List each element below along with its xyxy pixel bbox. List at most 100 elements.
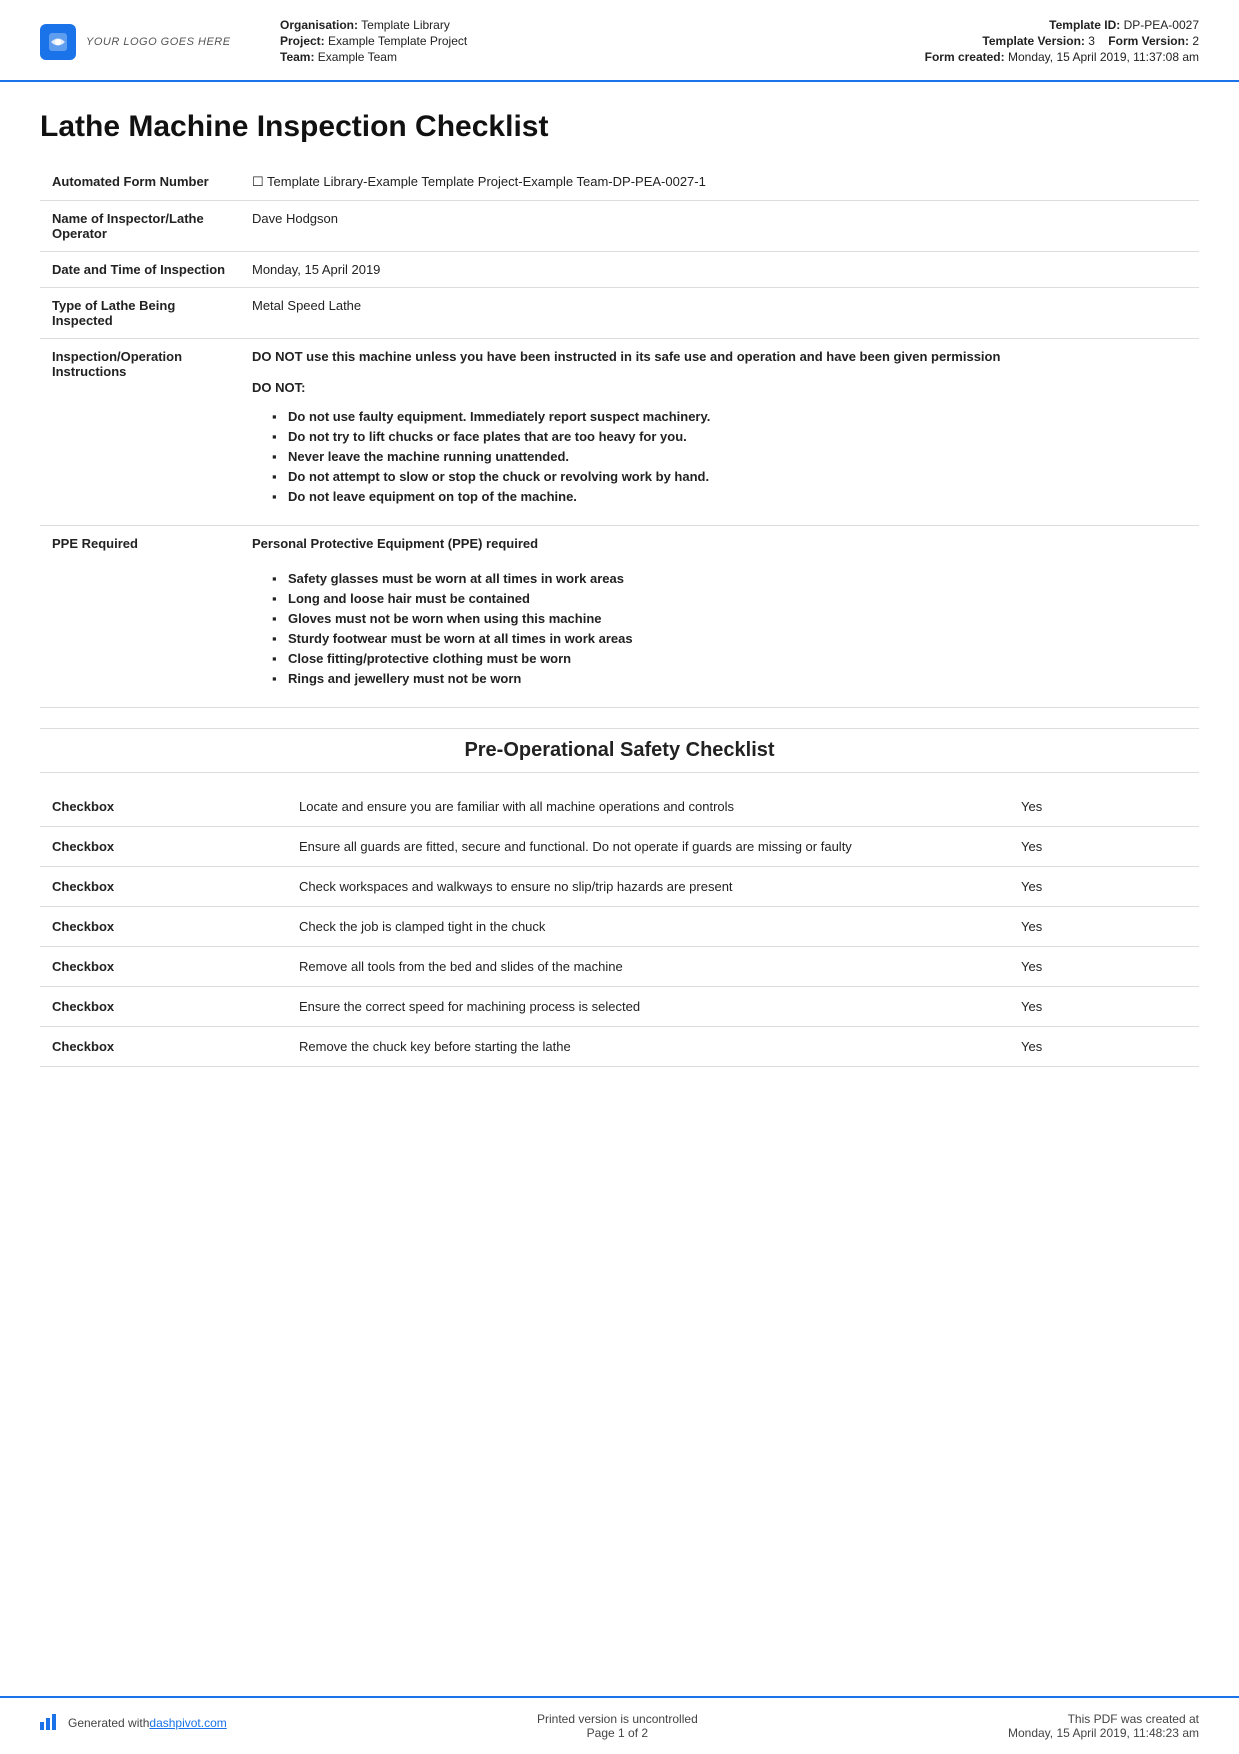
footer-uncontrolled: Printed version is uncontrolled <box>537 1712 698 1726</box>
header-team-row: Team: Example Team <box>280 50 919 64</box>
ppe-bullets: Safety glasses must be worn at all times… <box>252 561 1187 697</box>
footer-right: This PDF was created at Monday, 15 April… <box>1008 1712 1199 1740</box>
list-item: Long and loose hair must be contained <box>272 591 1187 606</box>
checklist-col3: Yes <box>1009 827 1199 867</box>
checklist-col1: Checkbox <box>40 867 287 907</box>
field-label: Name of Inspector/Lathe Operator <box>40 201 240 252</box>
header: YOUR LOGO GOES HERE Organisation: Templa… <box>0 0 1239 82</box>
checklist-col1: Checkbox <box>40 987 287 1027</box>
table-row: Checkbox Locate and ensure you are famil… <box>40 787 1199 827</box>
logo-icon <box>40 24 76 60</box>
table-row: Checkbox Ensure the correct speed for ma… <box>40 987 1199 1027</box>
checklist-col1: Checkbox <box>40 827 287 867</box>
footer-left: Generated with dashpivot.com <box>40 1712 227 1733</box>
list-item: Close fitting/protective clothing must b… <box>272 651 1187 666</box>
version-row: Template Version: 3 Form Version: 2 <box>919 34 1199 48</box>
field-label: Inspection/Operation Instructions <box>40 339 240 526</box>
footer-link[interactable]: dashpivot.com <box>149 1716 226 1730</box>
table-row: Checkbox Remove all tools from the bed a… <box>40 947 1199 987</box>
team-label: Team: <box>280 50 314 64</box>
team-value: Example Team <box>318 50 397 64</box>
checklist-col3: Yes <box>1009 947 1199 987</box>
do-not-label: DO NOT: <box>252 380 1187 395</box>
checklist-col3: Yes <box>1009 1027 1199 1067</box>
document-title: Lathe Machine Inspection Checklist <box>40 110 1199 144</box>
table-row: Checkbox Remove the chuck key before sta… <box>40 1027 1199 1067</box>
checklist-col1: Checkbox <box>40 947 287 987</box>
logo-area: YOUR LOGO GOES HERE <box>40 24 240 60</box>
form-version-value: 2 <box>1192 34 1199 48</box>
checklist-col1: Checkbox <box>40 907 287 947</box>
list-item: Sturdy footwear must be worn at all time… <box>272 631 1187 646</box>
list-item: Do not attempt to slow or stop the chuck… <box>272 469 1187 484</box>
checklist-col1: Checkbox <box>40 787 287 827</box>
footer-page: Page 1 of 2 <box>537 1726 698 1740</box>
list-item: Do not use faulty equipment. Immediately… <box>272 409 1187 424</box>
header-org-row: Organisation: Template Library <box>280 18 919 32</box>
form-version-label: Form Version: <box>1108 34 1189 48</box>
list-item: Gloves must not be worn when using this … <box>272 611 1187 626</box>
ppe-main: Personal Protective Equipment (PPE) requ… <box>252 536 1187 551</box>
field-value: Dave Hodgson <box>240 201 1199 252</box>
table-row: Checkbox Check the job is clamped tight … <box>40 907 1199 947</box>
template-id-value: DP-PEA-0027 <box>1124 18 1199 32</box>
checklist-col2: Ensure all guards are fitted, secure and… <box>287 827 1009 867</box>
checklist-col3: Yes <box>1009 867 1199 907</box>
form-created-row: Form created: Monday, 15 April 2019, 11:… <box>919 50 1199 64</box>
table-row: Type of Lathe Being Inspected Metal Spee… <box>40 288 1199 339</box>
page: YOUR LOGO GOES HERE Organisation: Templa… <box>0 0 1239 1754</box>
table-row: Automated Form Number ☐ Template Library… <box>40 164 1199 201</box>
checklist-col2: Ensure the correct speed for machining p… <box>287 987 1009 1027</box>
logo-text: YOUR LOGO GOES HERE <box>86 36 231 48</box>
field-label: Type of Lathe Being Inspected <box>40 288 240 339</box>
project-value: Example Template Project <box>328 34 467 48</box>
logo-svg <box>47 31 69 53</box>
list-item: Safety glasses must be worn at all times… <box>272 571 1187 586</box>
table-row: Name of Inspector/Lathe Operator Dave Ho… <box>40 201 1199 252</box>
field-value: DO NOT use this machine unless you have … <box>240 339 1199 526</box>
field-label: Date and Time of Inspection <box>40 252 240 288</box>
form-created-label: Form created: <box>925 50 1005 64</box>
bar-chart-icon <box>40 1712 60 1733</box>
footer-generated-text: Generated with <box>68 1716 149 1730</box>
list-item: Never leave the machine running unattend… <box>272 449 1187 464</box>
table-row: PPE Required Personal Protective Equipme… <box>40 526 1199 708</box>
footer-center: Printed version is uncontrolled Page 1 o… <box>537 1712 698 1740</box>
template-version-value: 3 <box>1088 34 1095 48</box>
footer: Generated with dashpivot.com Printed ver… <box>0 1696 1239 1754</box>
header-right: Template ID: DP-PEA-0027 Template Versio… <box>919 18 1199 66</box>
checklist-col3: Yes <box>1009 987 1199 1027</box>
checklist-col3: Yes <box>1009 787 1199 827</box>
checklist-col3: Yes <box>1009 907 1199 947</box>
org-value: Template Library <box>361 18 450 32</box>
project-label: Project: <box>280 34 325 48</box>
template-id-row: Template ID: DP-PEA-0027 <box>919 18 1199 32</box>
field-value: Monday, 15 April 2019 <box>240 252 1199 288</box>
info-table: Automated Form Number ☐ Template Library… <box>40 164 1199 708</box>
field-value: ☐ Template Library-Example Template Proj… <box>240 164 1199 201</box>
checklist-col2: Remove the chuck key before starting the… <box>287 1027 1009 1067</box>
template-id-label: Template ID: <box>1049 18 1120 32</box>
checklist-col2: Check the job is clamped tight in the ch… <box>287 907 1009 947</box>
field-label: PPE Required <box>40 526 240 708</box>
content: Lathe Machine Inspection Checklist Autom… <box>0 82 1239 1696</box>
footer-pdf-label: This PDF was created at <box>1008 1712 1199 1726</box>
field-label: Automated Form Number <box>40 164 240 201</box>
instructions-bullets: Do not use faulty equipment. Immediately… <box>252 399 1187 515</box>
instructions-main: DO NOT use this machine unless you have … <box>252 349 1187 364</box>
header-meta: Organisation: Template Library Project: … <box>280 18 919 66</box>
template-version-label: Template Version: <box>982 34 1084 48</box>
table-row: Inspection/Operation Instructions DO NOT… <box>40 339 1199 526</box>
form-created-value: Monday, 15 April 2019, 11:37:08 am <box>1008 50 1199 64</box>
table-row: Checkbox Ensure all guards are fitted, s… <box>40 827 1199 867</box>
field-value: Personal Protective Equipment (PPE) requ… <box>240 526 1199 708</box>
checklist-col2: Check workspaces and walkways to ensure … <box>287 867 1009 907</box>
checklist-col2: Remove all tools from the bed and slides… <box>287 947 1009 987</box>
table-row: Checkbox Check workspaces and walkways t… <box>40 867 1199 907</box>
table-row: Date and Time of Inspection Monday, 15 A… <box>40 252 1199 288</box>
section-title: Pre-Operational Safety Checklist <box>40 728 1199 773</box>
footer-pdf-value: Monday, 15 April 2019, 11:48:23 am <box>1008 1726 1199 1740</box>
list-item: Do not try to lift chucks or face plates… <box>272 429 1187 444</box>
list-item: Do not leave equipment on top of the mac… <box>272 489 1187 504</box>
checklist-table: Checkbox Locate and ensure you are famil… <box>40 787 1199 1067</box>
